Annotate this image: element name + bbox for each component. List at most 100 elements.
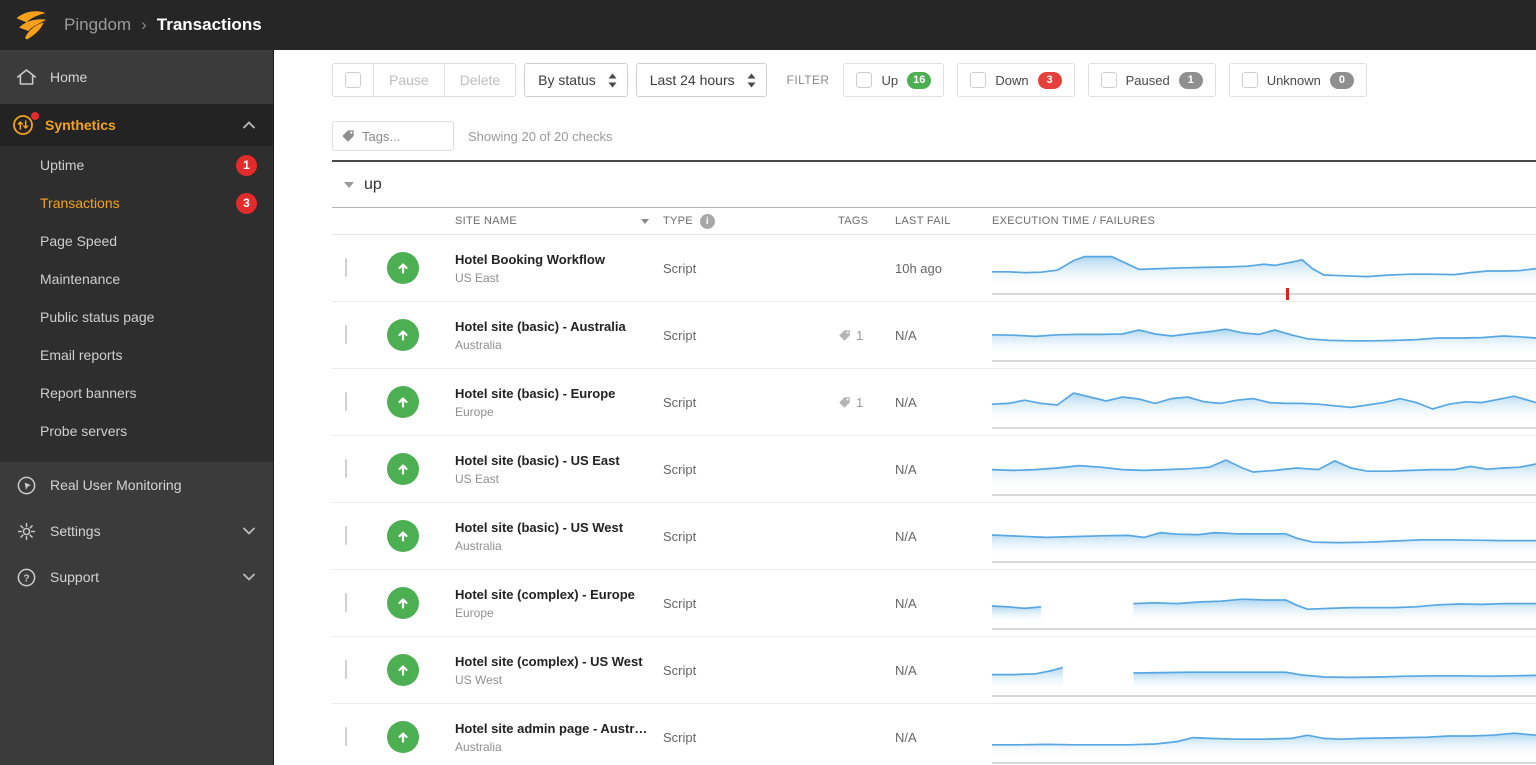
table-row[interactable]: Hotel site (basic) - Australia Australia… (332, 302, 1536, 369)
sidebar-item-synthetics[interactable]: Synthetics (0, 104, 273, 146)
filter-unknown[interactable]: Unknown 0 (1228, 63, 1367, 97)
filter-paused[interactable]: Paused 1 (1087, 63, 1216, 97)
check-name[interactable]: Hotel site (complex) - Europe (455, 587, 663, 602)
tags-row: Showing 20 of 20 checks (332, 121, 1536, 151)
check-name[interactable]: Hotel site (complex) - US West (455, 654, 663, 669)
sidebar-item-maintenance[interactable]: Maintenance (0, 260, 273, 298)
check-name[interactable]: Hotel site (basic) - Australia (455, 319, 663, 334)
response-time-sparkline (992, 247, 1536, 287)
check-region: US East (455, 270, 500, 285)
delete-button[interactable]: Delete (443, 64, 515, 96)
row-checkbox[interactable] (345, 593, 347, 612)
execution-time-chart[interactable] (992, 711, 1536, 764)
gear-icon (17, 522, 36, 540)
sidebar-item-email-reports[interactable]: Email reports (0, 336, 273, 374)
uptime-alert-badge: 1 (236, 154, 257, 176)
row-checkbox[interactable] (345, 526, 347, 545)
filter-up[interactable]: Up 16 (843, 63, 945, 97)
check-tags[interactable]: 1 (820, 328, 895, 343)
status-up-icon (387, 587, 419, 619)
column-header-site-name[interactable]: SITE NAME (455, 215, 663, 227)
check-region: US East (455, 471, 500, 486)
sidebar-item-report-banners[interactable]: Report banners (0, 374, 273, 412)
sidebar-item-label: Real User Monitoring (50, 477, 182, 493)
execution-time-chart[interactable] (992, 577, 1536, 630)
solarwinds-logo-icon (16, 11, 47, 40)
row-checkbox[interactable] (345, 325, 347, 344)
breadcrumb-brand[interactable]: Pingdom (64, 15, 131, 35)
sidebar-item-uptime[interactable]: Uptime 1 (0, 146, 273, 184)
check-type: Script (663, 461, 697, 477)
check-name[interactable]: Hotel site (basic) - US East (455, 453, 663, 468)
column-header-last-fail[interactable]: LAST FAIL (895, 215, 992, 227)
check-tags[interactable]: 1 (820, 395, 895, 410)
table-header: SITE NAME TYPE i TAGS LAST FAIL EXECUTIO… (332, 207, 1536, 235)
execution-time-chart[interactable] (992, 644, 1536, 697)
info-icon[interactable]: i (699, 213, 715, 229)
tags-filter-field[interactable] (332, 121, 454, 151)
svg-text:?: ? (23, 572, 29, 584)
column-header-tags[interactable]: TAGS (820, 215, 895, 227)
tags-input[interactable] (362, 128, 442, 144)
pause-button[interactable]: Pause (373, 64, 444, 96)
sidebar-item-page-speed[interactable]: Page Speed (0, 222, 273, 260)
check-name[interactable]: Hotel site (basic) - US West (455, 520, 663, 535)
check-region: Australia (455, 538, 502, 553)
check-type: Script (663, 528, 697, 544)
filter-label-text: Unknown (1266, 72, 1321, 88)
sidebar-item-transactions[interactable]: Transactions 3 (0, 184, 273, 222)
status-up-icon (387, 520, 419, 552)
check-name[interactable]: Hotel site admin page - Austr… (455, 721, 663, 736)
table-row[interactable]: Hotel site (basic) - US West Australia S… (332, 503, 1536, 570)
execution-time-chart[interactable] (992, 242, 1536, 300)
last-fail-value: N/A (895, 327, 917, 343)
select-all-checkbox[interactable] (345, 72, 361, 88)
checks-list: Hotel Booking Workflow US East Script 10… (332, 235, 1536, 765)
sidebar: Home Synthetics Uptime 1 Transactions 3 … (0, 50, 274, 765)
sidebar-item-label: Transactions (40, 195, 120, 211)
table-row[interactable]: Hotel site (basic) - US East US East Scr… (332, 436, 1536, 503)
sidebar-item-settings[interactable]: Settings (0, 508, 273, 554)
sidebar-item-support[interactable]: ? Support (0, 554, 273, 600)
execution-time-chart[interactable] (992, 376, 1536, 429)
filter-label-text: Up (881, 72, 899, 88)
synthetics-group: Synthetics Uptime 1 Transactions 3 Page … (0, 104, 273, 462)
row-checkbox[interactable] (345, 459, 347, 478)
execution-time-chart[interactable] (992, 443, 1536, 496)
column-header-type[interactable]: TYPE i (663, 213, 820, 229)
sidebar-item-public-status-page[interactable]: Public status page (0, 298, 273, 336)
row-checkbox[interactable] (345, 660, 347, 679)
table-row[interactable]: Hotel site (complex) - Europe Europe Scr… (332, 570, 1536, 637)
filter-up-checkbox[interactable] (856, 72, 873, 88)
filter-down[interactable]: Down 3 (957, 63, 1075, 97)
status-up-icon (387, 721, 419, 753)
table-row[interactable]: Hotel site (basic) - Europe Europe Scrip… (332, 369, 1536, 436)
execution-time-chart[interactable] (992, 309, 1536, 362)
table-row[interactable]: Hotel Booking Workflow US East Script 10… (332, 235, 1536, 302)
filter-paused-checkbox[interactable] (1100, 72, 1117, 88)
sidebar-item-real-user-monitoring[interactable]: Real User Monitoring (0, 462, 273, 508)
row-checkbox[interactable] (345, 258, 347, 277)
last-fail-value: N/A (895, 729, 917, 745)
check-name[interactable]: Hotel site (basic) - Europe (455, 386, 663, 401)
last-fail-value: N/A (895, 461, 917, 477)
group-header-up[interactable]: up (332, 162, 1536, 207)
execution-time-chart[interactable] (992, 510, 1536, 563)
sort-by-status-select[interactable]: By status (524, 63, 628, 97)
sidebar-item-label: Email reports (40, 347, 123, 363)
filter-down-checkbox[interactable] (970, 72, 987, 88)
row-checkbox[interactable] (345, 727, 347, 746)
stepper-arrows-icon (608, 73, 617, 87)
sidebar-item-home[interactable]: Home (0, 50, 273, 104)
row-checkbox[interactable] (345, 392, 347, 411)
table-row[interactable]: Hotel site admin page - Austr… Australia… (332, 704, 1536, 765)
breadcrumb-separator: › (141, 15, 147, 34)
failure-tick[interactable] (1285, 287, 1289, 300)
sidebar-item-probe-servers[interactable]: Probe servers (0, 412, 273, 450)
time-range-select[interactable]: Last 24 hours (635, 63, 767, 97)
failures-timeline (992, 694, 1536, 697)
chevron-down-icon (243, 527, 255, 535)
table-row[interactable]: Hotel site (complex) - US West US West S… (332, 637, 1536, 704)
filter-unknown-checkbox[interactable] (1241, 72, 1258, 88)
check-name[interactable]: Hotel Booking Workflow (455, 252, 663, 267)
